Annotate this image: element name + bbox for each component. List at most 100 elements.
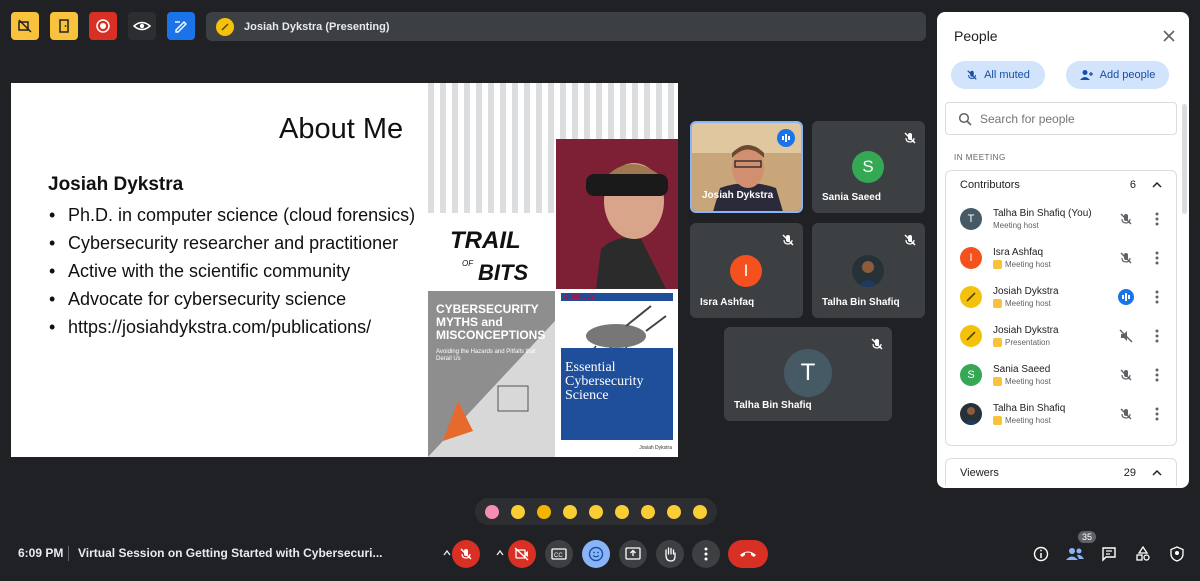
reactions-button[interactable] <box>582 540 610 568</box>
door-icon[interactable] <box>50 12 78 40</box>
search-input[interactable] <box>980 111 1160 126</box>
slide-title: About Me <box>279 113 404 145</box>
mic-off-icon <box>781 233 795 247</box>
present-button[interactable] <box>619 540 647 568</box>
in-meeting-label: IN MEETING <box>954 153 1006 162</box>
more-vert-icon[interactable] <box>1150 289 1164 305</box>
participant-tile[interactable]: Josiah Dykstra <box>690 121 803 213</box>
more-vert-icon[interactable] <box>1150 250 1164 266</box>
camera-toggle-button[interactable] <box>508 540 536 568</box>
thumbs-down-reaction-icon[interactable] <box>689 501 711 523</box>
laugh-reaction-icon[interactable] <box>585 501 607 523</box>
raise-hand-button[interactable] <box>656 540 684 568</box>
captions-icon: CC <box>551 548 567 560</box>
book1-title: CYBERSECURITY MYTHS and MISCONCEPTIONS <box>436 302 546 342</box>
scrollbar[interactable] <box>1182 104 1187 214</box>
list-item[interactable]: T Talha Bin Shafiq (You) Meeting host <box>946 199 1176 238</box>
thumbs-up-reaction-icon[interactable] <box>507 501 529 523</box>
info-icon[interactable] <box>1031 544 1051 564</box>
speaking-indicator-icon <box>777 129 795 147</box>
slide-bullets: Ph.D. in computer science (cloud forensi… <box>49 201 415 341</box>
more-vert-icon[interactable] <box>1150 367 1164 383</box>
avatar <box>960 285 982 308</box>
list-item[interactable]: Talha Bin Shafiq Meeting host <box>946 394 1176 433</box>
mic-off-icon <box>903 233 917 247</box>
smiley-icon <box>588 546 604 562</box>
more-vert-icon[interactable] <box>1150 328 1164 344</box>
add-people-label: Add people <box>1099 69 1156 81</box>
thinking-reaction-icon[interactable] <box>663 501 685 523</box>
mic-toggle-button[interactable] <box>452 540 480 568</box>
person-name: Josiah Dykstra <box>993 285 1059 297</box>
role-text: Meeting host <box>1005 415 1051 425</box>
captions-button[interactable]: CC <box>545 540 573 568</box>
host-controls-icon[interactable] <box>1167 544 1187 564</box>
speaking-indicator-icon[interactable] <box>1118 289 1134 305</box>
volume-off-icon[interactable] <box>1118 328 1134 344</box>
chevron-up-icon <box>1152 469 1162 476</box>
more-vert-icon[interactable] <box>1150 406 1164 422</box>
slide-bullet: https://josiahdykstra.com/publications/ <box>49 313 415 341</box>
all-muted-button[interactable]: All muted <box>951 61 1045 89</box>
presentation-slide: About Me Josiah Dykstra Ph.D. in compute… <box>11 83 678 457</box>
more-vert-icon <box>704 547 708 561</box>
mic-off-icon[interactable] <box>1118 211 1134 227</box>
eye-icon[interactable] <box>128 12 156 40</box>
heart-reaction-icon[interactable] <box>481 501 503 523</box>
list-item[interactable]: Josiah Dykstra Meeting host <box>946 277 1176 316</box>
participant-tile[interactable]: I Isra Ashfaq <box>690 223 803 318</box>
role-text: Meeting host <box>1005 376 1051 386</box>
more-options-button[interactable] <box>692 540 720 568</box>
mic-off-icon[interactable] <box>1118 406 1134 422</box>
more-vert-icon[interactable] <box>1150 211 1164 227</box>
people-icon[interactable] <box>1065 544 1085 564</box>
viewers-group: Viewers 29 <box>945 458 1177 486</box>
activities-icon[interactable] <box>1133 544 1153 564</box>
avatar <box>960 402 982 425</box>
list-item[interactable]: S Sania Saeed Meeting host <box>946 355 1176 394</box>
chevron-up-icon[interactable] <box>493 546 507 560</box>
chat-icon[interactable] <box>1099 544 1119 564</box>
reactions-bar <box>475 498 717 525</box>
participant-tile[interactable]: S Sania Saeed <box>812 121 925 213</box>
add-people-button[interactable]: Add people <box>1066 61 1169 89</box>
surprised-reaction-icon[interactable] <box>611 501 633 523</box>
whiteboard-icon[interactable] <box>167 12 195 40</box>
participant-name: Talha Bin Shafiq <box>822 297 900 308</box>
viewers-header[interactable]: Viewers 29 <box>946 459 1176 487</box>
participant-name: Sania Saeed <box>822 192 881 203</box>
no-video-icon[interactable] <box>11 12 39 40</box>
svg-text:BITS: BITS <box>478 260 528 285</box>
people-panel: People All muted Add people IN MEETING C… <box>937 12 1189 488</box>
avatar <box>960 324 982 347</box>
participant-count-badge: 35 <box>1078 531 1097 543</box>
sad-reaction-icon[interactable] <box>637 501 659 523</box>
presentation-icon <box>993 337 1002 347</box>
search-field[interactable] <box>945 102 1177 135</box>
meeting-title: Virtual Session on Getting Started with … <box>78 546 383 560</box>
mic-off-icon[interactable] <box>1118 250 1134 266</box>
record-icon[interactable] <box>89 12 117 40</box>
svg-text:OF: OF <box>462 259 474 268</box>
person-name: Josiah Dykstra <box>993 324 1059 336</box>
viewers-count: 29 <box>1123 467 1136 479</box>
contributors-label: Contributors <box>960 179 1020 191</box>
party-popper-reaction-icon[interactable] <box>533 501 555 523</box>
close-icon[interactable] <box>1161 28 1177 44</box>
list-item[interactable]: Josiah Dykstra Presentation <box>946 316 1176 355</box>
clap-reaction-icon[interactable] <box>559 501 581 523</box>
end-call-button[interactable] <box>728 540 768 568</box>
presenting-label: Josiah Dykstra (Presenting) <box>244 20 390 33</box>
host-icon <box>993 376 1002 386</box>
contributors-header[interactable]: Contributors 6 <box>946 171 1176 199</box>
person-name: Talha Bin Shafiq <box>993 402 1066 414</box>
contributors-count: 6 <box>1129 179 1136 191</box>
hand-icon <box>665 547 676 562</box>
mic-off-icon[interactable] <box>1118 367 1134 383</box>
mic-off-icon <box>967 70 977 80</box>
participant-avatar: T <box>784 349 832 397</box>
participant-tile[interactable]: Talha Bin Shafiq <box>812 223 925 318</box>
list-item[interactable]: I Isra Ashfaq Meeting host <box>946 238 1176 277</box>
panel-title: People <box>954 28 998 44</box>
participant-tile[interactable]: T Talha Bin Shafiq <box>724 327 892 421</box>
